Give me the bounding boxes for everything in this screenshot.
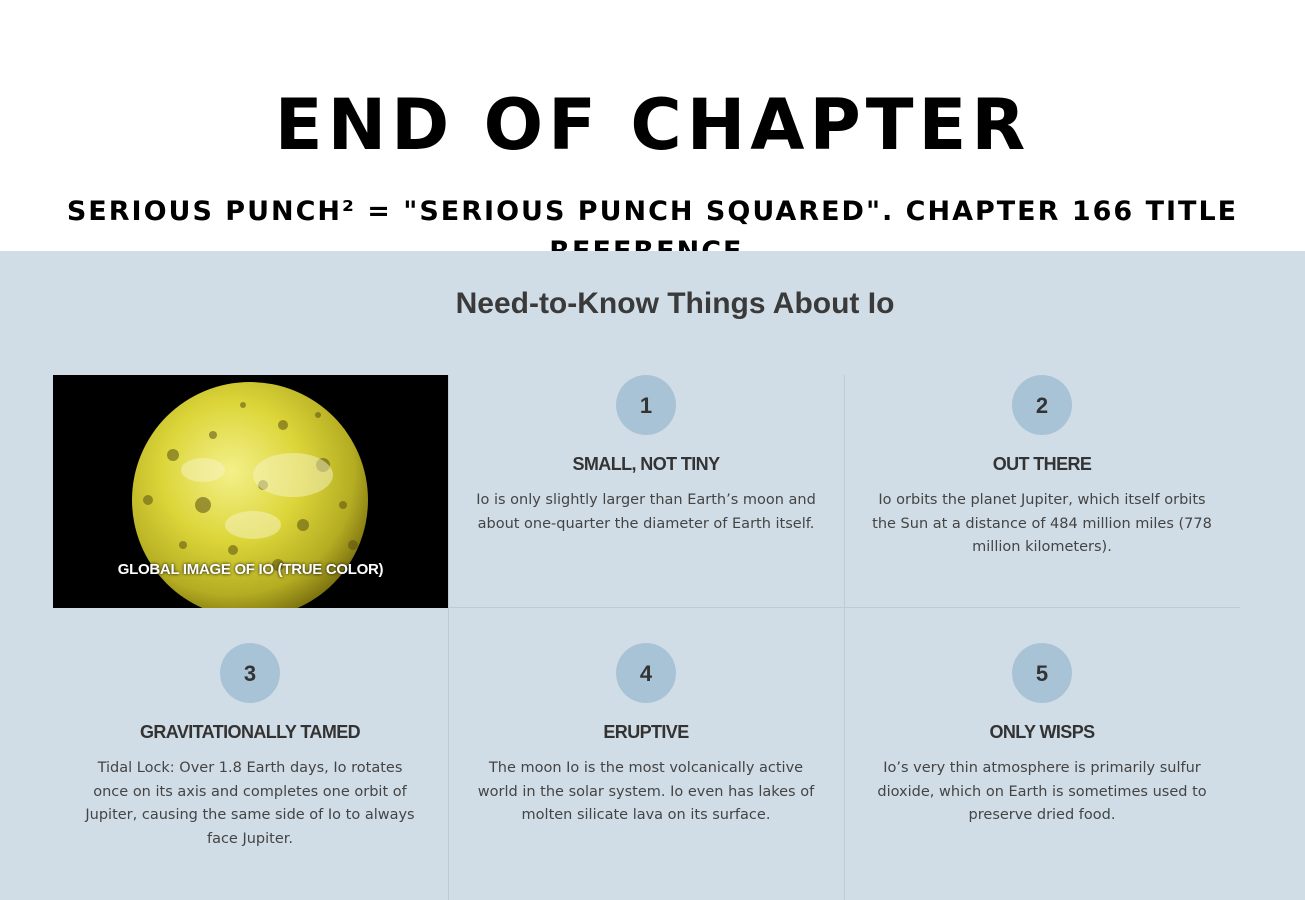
fact-item: 4 ERUPTIVE The moon Io is the most volca… xyxy=(448,643,844,828)
io-facts-section: Need-to-Know Things About Io GLOBAL IMAG… xyxy=(0,251,1305,900)
fact-item: 2 OUT THERE Io orbits the planet Jupiter… xyxy=(844,375,1240,560)
fact-text: The moon Io is the most volcanically act… xyxy=(477,760,815,823)
section-title: Need-to-Know Things About Io xyxy=(455,287,895,320)
fact-number: 5 xyxy=(1012,643,1072,703)
fact-text: Tidal Lock: Over 1.8 Earth days, Io rota… xyxy=(85,760,415,847)
chapter-end-title: END OF CHAPTER xyxy=(274,84,1031,166)
chapter-end-banner: END OF CHAPTER SERIOUS PUNCH² = "SERIOUS… xyxy=(0,0,1305,267)
fact-title: SMALL, NOT TINY xyxy=(572,454,721,474)
fact-text: Io is only slightly larger than Earth’s … xyxy=(476,492,816,532)
fact-number: 3 xyxy=(220,643,280,703)
fact-title: ONLY WISPS xyxy=(989,722,1095,742)
fact-text: Io orbits the planet Jupiter, which itse… xyxy=(872,492,1212,555)
fact-title: ERUPTIVE xyxy=(603,722,689,742)
fact-number: 1 xyxy=(616,375,676,435)
image-caption: GLOBAL IMAGE OF IO (TRUE COLOR) xyxy=(117,561,384,578)
fact-title: OUT THERE xyxy=(992,454,1092,474)
fact-title: GRAVITATIONALLY TAMED xyxy=(139,722,361,742)
fact-number: 2 xyxy=(1012,375,1072,435)
fact-item: 5 ONLY WISPS Io’s very thin atmosphere i… xyxy=(844,643,1240,828)
io-image: GLOBAL IMAGE OF IO (TRUE COLOR) xyxy=(53,375,448,608)
fact-text: Io’s very thin atmosphere is primarily s… xyxy=(877,760,1207,823)
fact-number: 4 xyxy=(616,643,676,703)
fact-item: 1 SMALL, NOT TINY Io is only slightly la… xyxy=(448,375,844,536)
fact-item: 3 GRAVITATIONALLY TAMED Tidal Lock: Over… xyxy=(52,643,448,851)
